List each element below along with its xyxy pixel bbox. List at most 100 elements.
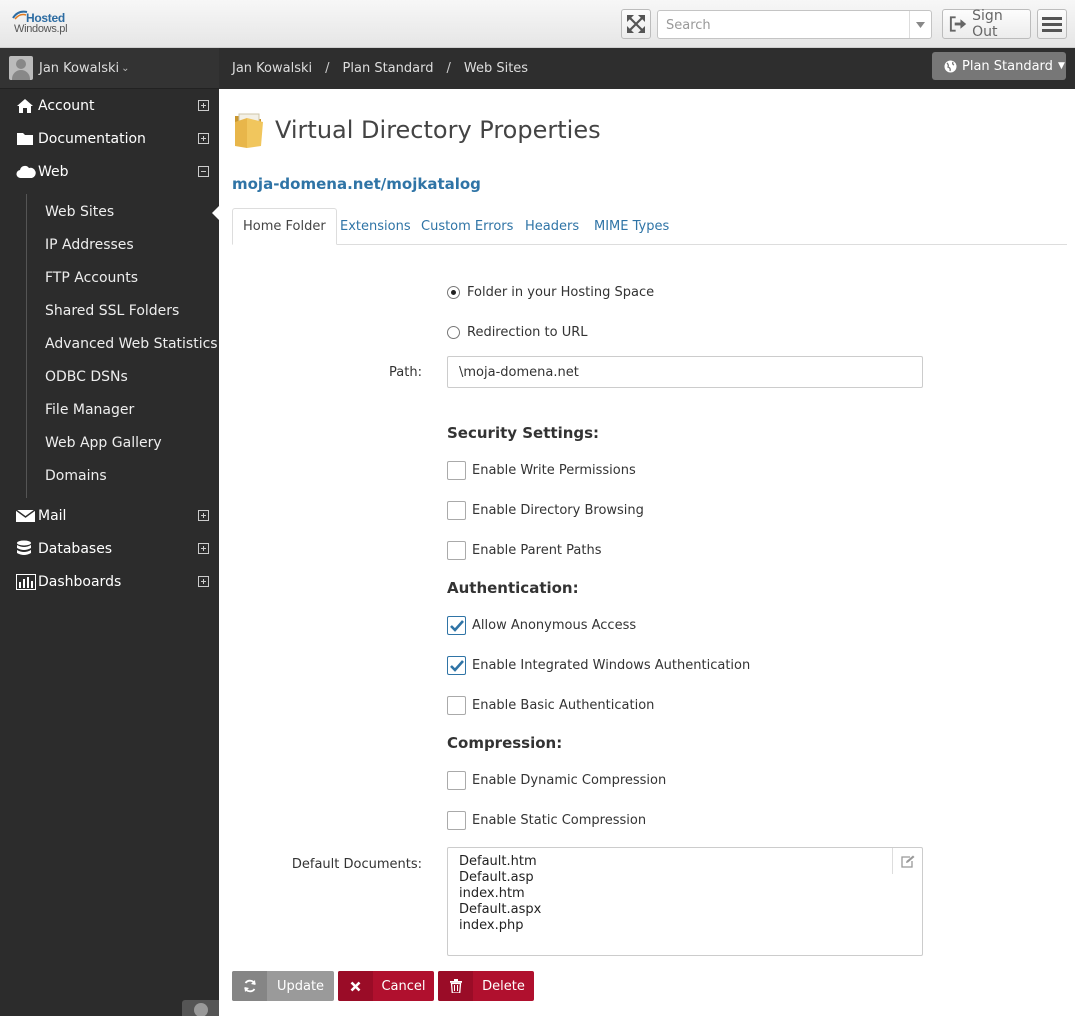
minus-square-icon[interactable] <box>196 166 210 177</box>
checkmark-icon <box>450 660 464 672</box>
cancel-button-label: Cancel <box>381 978 426 994</box>
cancel-button[interactable]: Cancel <box>338 971 434 1001</box>
plus-square-icon[interactable] <box>196 133 210 144</box>
logo-line2: Windows.pl <box>14 23 68 35</box>
sidebar-subitem-web-sites[interactable]: Web Sites <box>45 195 114 228</box>
radio-redirection-to-url[interactable]: Redirection to URL <box>447 325 588 340</box>
radio-folder-in-hosting-space[interactable]: Folder in your Hosting Space <box>447 285 654 300</box>
checkbox-anonymous-access[interactable]: Allow Anonymous Access <box>447 616 636 635</box>
sidebar-item-label: Mail <box>38 507 67 524</box>
tab-mime-types[interactable]: MIME Types <box>594 208 669 245</box>
checkbox-directory-browsing[interactable]: Enable Directory Browsing <box>447 501 644 520</box>
default-document-item: Default.aspx <box>459 902 542 917</box>
checkbox[interactable] <box>447 501 466 520</box>
breadcrumb-separator: / <box>446 61 451 76</box>
checkbox-dynamic-compression[interactable]: Enable Dynamic Compression <box>447 771 666 790</box>
logo[interactable]: Hosted Windows.pl <box>12 9 74 39</box>
checkbox-integrated-windows-auth[interactable]: Enable Integrated Windows Authentication <box>447 656 750 675</box>
avatar <box>9 56 33 80</box>
trash-icon <box>438 971 473 1001</box>
domain-link[interactable]: moja-domena.net/mojkatalog <box>232 175 481 193</box>
breadcrumb-item-plan[interactable]: Plan Standard <box>343 61 434 76</box>
sidebar-subitem-shared-ssl-folders[interactable]: Shared SSL Folders <box>45 294 179 327</box>
sidebar-item-web[interactable]: Web <box>0 155 219 188</box>
compression-heading: Compression: <box>447 734 563 752</box>
sidebar-subitem-odbc-dsns[interactable]: ODBC DSNs <box>45 360 128 393</box>
sidebar-subitem-advanced-web-statistics[interactable]: Advanced Web Statistics <box>45 327 218 360</box>
fullscreen-button[interactable] <box>621 9 651 39</box>
delete-button[interactable]: Delete <box>438 971 534 1001</box>
expand-arrows-icon <box>627 15 645 33</box>
edit-pencil-icon <box>900 855 914 868</box>
breadcrumb-item-user[interactable]: Jan Kowalski <box>232 61 312 76</box>
checkbox[interactable] <box>447 771 466 790</box>
checkbox-write-permissions[interactable]: Enable Write Permissions <box>447 461 636 480</box>
plus-square-icon[interactable] <box>196 543 210 554</box>
active-item-indicator <box>212 206 219 220</box>
path-input[interactable] <box>447 356 923 388</box>
tab-headers[interactable]: Headers <box>525 208 579 245</box>
edit-button[interactable] <box>892 848 922 874</box>
sidebar-item-documentation[interactable]: Documentation <box>0 122 219 155</box>
sidebar-item-databases[interactable]: Databases <box>0 532 219 565</box>
sidebar-item-account[interactable]: Account <box>0 89 219 122</box>
sidebar-collapse-button[interactable] <box>182 1000 219 1016</box>
sidebar-subitem-web-app-gallery[interactable]: Web App Gallery <box>45 426 162 459</box>
search-box[interactable] <box>657 10 932 39</box>
tab-home-folder[interactable]: Home Folder <box>232 208 337 245</box>
default-documents-textarea[interactable]: Default.htm Default.asp index.htm Defaul… <box>447 847 923 956</box>
tab-extensions[interactable]: Extensions <box>340 208 411 245</box>
delete-button-label: Delete <box>482 978 525 994</box>
checkbox[interactable] <box>447 696 466 715</box>
sign-out-button[interactable]: Sign Out <box>942 8 1031 40</box>
radio-button[interactable] <box>447 286 460 299</box>
sidebar-item-dashboards[interactable]: Dashboards <box>0 565 219 598</box>
tab-bar: Home Folder Extensions Custom Errors Hea… <box>232 208 1067 245</box>
plan-selector-button[interactable]: Plan Standard ▼ <box>932 52 1066 80</box>
sidebar-subitem-ip-addresses[interactable]: IP Addresses <box>45 228 134 261</box>
update-button-label: Update <box>276 978 325 994</box>
tab-custom-errors[interactable]: Custom Errors <box>421 208 513 245</box>
radio-label: Folder in your Hosting Space <box>467 285 655 300</box>
sidebar-item-label: Documentation <box>38 130 146 147</box>
checkbox[interactable] <box>447 656 466 675</box>
checkbox-basic-auth[interactable]: Enable Basic Authentication <box>447 696 654 715</box>
sidebar-subitem-domains[interactable]: Domains <box>45 459 107 492</box>
default-document-item: index.php <box>459 918 524 933</box>
search-input[interactable] <box>666 16 906 34</box>
sidebar-subitem-file-manager[interactable]: File Manager <box>45 393 134 426</box>
checkbox-label: Enable Directory Browsing <box>472 503 644 518</box>
plus-square-icon[interactable] <box>196 576 210 587</box>
checkbox[interactable] <box>447 811 466 830</box>
update-button[interactable]: Update <box>232 971 334 1001</box>
hamburger-icon <box>1042 17 1062 32</box>
authentication-heading: Authentication: <box>447 579 579 597</box>
chevron-down-icon: ⌄ <box>121 62 130 74</box>
sidebar-item-mail[interactable]: Mail <box>0 499 219 532</box>
search-dropdown-toggle[interactable] <box>909 11 931 38</box>
sign-out-label: Sign Out <box>972 8 1003 40</box>
bar-chart-icon <box>16 573 38 590</box>
breadcrumb-item-web-sites[interactable]: Web Sites <box>464 61 528 76</box>
folder-icon <box>16 131 38 146</box>
radio-button[interactable] <box>447 326 460 339</box>
plus-square-icon[interactable] <box>196 510 210 521</box>
breadcrumb-separator: / <box>325 61 330 76</box>
user-menu[interactable]: Jan Kowalski ⌄ <box>0 48 219 89</box>
main-menu-button[interactable] <box>1037 9 1067 39</box>
checkbox[interactable] <box>447 541 466 560</box>
top-bar: Hosted Windows.pl Sign Out <box>0 0 1075 48</box>
breadcrumb: Jan Kowalski / Plan Standard / Web Sites… <box>219 48 1075 89</box>
checkbox-label: Enable Dynamic Compression <box>472 773 667 788</box>
checkbox[interactable] <box>447 461 466 480</box>
page-title: Virtual Directory Properties <box>275 116 601 144</box>
refresh-icon <box>232 971 267 1001</box>
checkbox-parent-paths[interactable]: Enable Parent Paths <box>447 541 602 560</box>
checkbox[interactable] <box>447 616 466 635</box>
checkmark-icon <box>450 620 464 632</box>
sidebar-item-label: Account <box>38 97 95 114</box>
plus-square-icon[interactable] <box>196 100 210 111</box>
checkbox-label: Allow Anonymous Access <box>472 618 637 633</box>
sidebar-subitem-ftp-accounts[interactable]: FTP Accounts <box>45 261 138 294</box>
checkbox-static-compression[interactable]: Enable Static Compression <box>447 811 646 830</box>
